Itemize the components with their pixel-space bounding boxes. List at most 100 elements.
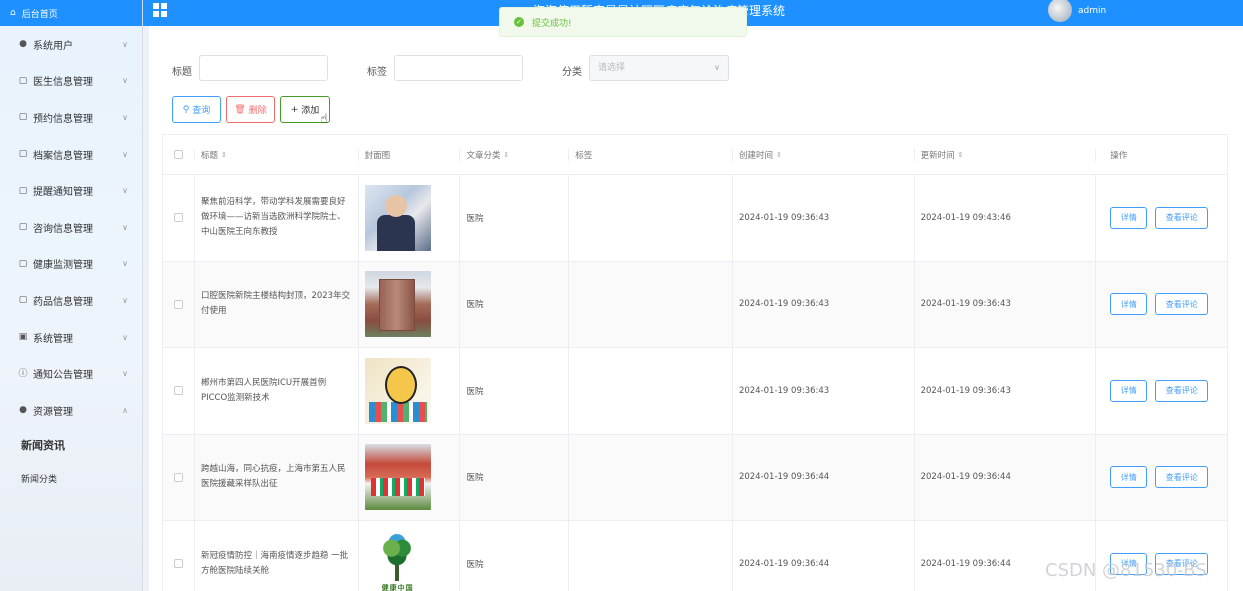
header-actions: 操作	[1096, 149, 1227, 161]
document-icon: ▢	[18, 149, 28, 160]
view-comments-button[interactable]: 查看评论	[1155, 466, 1209, 489]
category-select-placeholder: 请选择	[598, 63, 626, 73]
row-updated: 2024-01-19 09:36:44	[920, 558, 1011, 569]
sidebar-item-label: 资源管理	[33, 406, 73, 418]
sort-icon[interactable]: ⇕	[776, 151, 782, 159]
row-created: 2024-01-19 09:36:43	[738, 299, 830, 310]
actions-cell: 详情 查看评论	[1096, 175, 1227, 261]
row-select-cell	[163, 434, 195, 520]
chevron-down-icon: ∨	[122, 259, 128, 269]
row-updated: 2024-01-19 09:36:44	[920, 472, 1011, 483]
cover-image[interactable]	[364, 357, 431, 424]
sort-icon[interactable]: ⇕	[221, 151, 227, 159]
sidebar-item-appointment[interactable]: ▢ 预约信息管理 ∨	[0, 99, 142, 136]
actions-cell: 详情 查看评论	[1096, 262, 1227, 348]
row-select-cell	[163, 521, 195, 591]
title-filter-input[interactable]	[199, 55, 328, 81]
sort-icon[interactable]: ⇕	[958, 151, 964, 159]
header-tag-label: 标签	[575, 150, 593, 161]
actions-cell: 详情 查看评论	[1096, 348, 1227, 434]
row-created: 2024-01-19 09:36:43	[738, 212, 830, 223]
detail-button[interactable]: 详情	[1110, 466, 1148, 489]
created-cell: 2024-01-19 09:36:43	[733, 261, 915, 347]
detail-button[interactable]: 详情	[1110, 206, 1148, 229]
home-icon: ⌂	[10, 8, 16, 18]
avatar[interactable]	[1048, 0, 1072, 22]
sidebar-home[interactable]: ⌂ 后台首页	[0, 0, 142, 26]
row-checkbox[interactable]	[173, 299, 183, 309]
row-checkbox[interactable]	[173, 386, 183, 396]
header-category-label: 文章分类	[466, 150, 501, 161]
sidebar-item-announcements[interactable]: ⓘ 通知公告管理 ∨	[0, 355, 142, 392]
sidebar-item-reminders[interactable]: ▢ 提醒通知管理 ∨	[0, 172, 142, 209]
header-updated[interactable]: 更新时间 ⇕	[915, 148, 1097, 161]
query-button[interactable]: ⚲ 查询	[172, 96, 221, 123]
check-circle-icon: ✓	[514, 17, 524, 27]
row-created: 2024-01-19 09:36:44	[738, 472, 830, 483]
chevron-down-icon: ∨	[122, 332, 128, 342]
cover-image[interactable]: 健康中国	[364, 530, 431, 591]
sidebar-item-records[interactable]: ▢ 档案信息管理 ∨	[0, 136, 142, 173]
title-cell: 跨越山海，同心抗疫，上海市第五人民医院援藏采样队出征	[195, 434, 359, 520]
created-cell: 2024-01-19 09:36:43	[733, 348, 915, 434]
category-select[interactable]: 请选择 ∨	[589, 55, 729, 81]
menu-grid-icon[interactable]	[153, 3, 167, 17]
updated-cell: 2024-01-19 09:36:44	[915, 434, 1097, 520]
sidebar-item-consultation[interactable]: ▢ 咨询信息管理 ∨	[0, 209, 142, 246]
row-updated: 2024-01-19 09:36:43	[920, 299, 1011, 310]
sidebar-item-label: 医生信息管理	[33, 77, 93, 89]
tag-cell	[569, 261, 733, 347]
table-row: 跨越山海，同心抗疫，上海市第五人民医院援藏采样队出征 医院 2024-01-19…	[163, 434, 1227, 521]
select-all-checkbox[interactable]	[173, 150, 183, 159]
sidebar-item-system-management[interactable]: ▣ 系统管理 ∨	[0, 319, 142, 356]
row-select-cell	[163, 175, 195, 261]
row-checkbox[interactable]	[173, 472, 183, 482]
row-updated: 2024-01-19 09:43:46	[920, 212, 1011, 223]
category-cell: 医院	[460, 175, 570, 261]
sidebar-subitem-news-category[interactable]: 新闻分类	[0, 462, 142, 495]
cover-image[interactable]	[364, 444, 431, 511]
row-category: 医院	[466, 559, 484, 570]
header-category[interactable]: 文章分类 ⇕	[460, 148, 570, 161]
username[interactable]: admin	[1078, 6, 1106, 16]
sidebar-item-label: 系统用户	[33, 40, 73, 52]
cover-image[interactable]	[364, 184, 431, 251]
chevron-down-icon: ∨	[122, 39, 128, 49]
chevron-up-icon: ∧	[122, 405, 128, 415]
document-icon: ▢	[18, 258, 28, 269]
sidebar-item-medicine[interactable]: ▢ 药品信息管理 ∨	[0, 282, 142, 319]
category-cell: 医院	[460, 261, 570, 347]
cover-image[interactable]	[364, 271, 431, 338]
delete-button-label: 删除	[248, 106, 267, 116]
sidebar-item-label: 系统管理	[33, 333, 73, 345]
view-comments-button[interactable]: 查看评论	[1155, 206, 1209, 229]
sidebar-subitem-news[interactable]: 新闻资讯	[0, 429, 142, 462]
sidebar-item-doctor-info[interactable]: ▢ 医生信息管理 ∨	[0, 63, 142, 100]
row-title: 聚焦前沿科学，带动学科发展需要良好做环境——访新当选欧洲科学院院士、中山医院王向…	[200, 197, 346, 238]
header-updated-label: 更新时间	[920, 150, 955, 161]
detail-button[interactable]: 详情	[1110, 379, 1148, 402]
select-all-cell	[163, 150, 195, 159]
view-comments-button[interactable]: 查看评论	[1155, 293, 1209, 316]
sidebar-item-health-monitoring[interactable]: ▢ 健康监测管理 ∨	[0, 246, 142, 283]
delete-button[interactable]: 🗑 删除	[226, 96, 275, 123]
detail-button[interactable]: 详情	[1110, 293, 1148, 316]
header-created[interactable]: 创建时间 ⇕	[733, 148, 915, 161]
plus-icon: +	[290, 104, 299, 115]
created-cell: 2024-01-19 09:36:44	[733, 434, 915, 520]
tag-filter-input[interactable]	[394, 55, 523, 81]
chevron-down-icon: ∨	[122, 149, 128, 159]
sidebar-item-resources[interactable]: ● 资源管理 ∧	[0, 392, 142, 429]
sidebar-item-system-users[interactable]: ● 系统用户 ∨	[0, 26, 142, 63]
table-row: 口腔医院新院主楼结构封顶，2023年交付使用 医院 2024-01-19 09:…	[163, 261, 1227, 348]
row-checkbox[interactable]	[173, 559, 183, 569]
trash-icon: 🗑	[234, 104, 246, 115]
document-icon: ▢	[18, 222, 28, 233]
row-checkbox[interactable]	[173, 213, 183, 223]
row-select-cell	[163, 348, 195, 434]
row-category: 医院	[466, 213, 484, 224]
sort-icon[interactable]: ⇕	[503, 151, 509, 159]
sidebar: ⌂ 后台首页 ● 系统用户 ∨ ▢ 医生信息管理 ∨ ▢ 预约信息管理 ∨ ▢ 档案信息管理 ∨ …	[0, 0, 143, 591]
view-comments-button[interactable]: 查看评论	[1155, 379, 1209, 402]
header-title[interactable]: 标题 ⇕	[195, 148, 359, 161]
